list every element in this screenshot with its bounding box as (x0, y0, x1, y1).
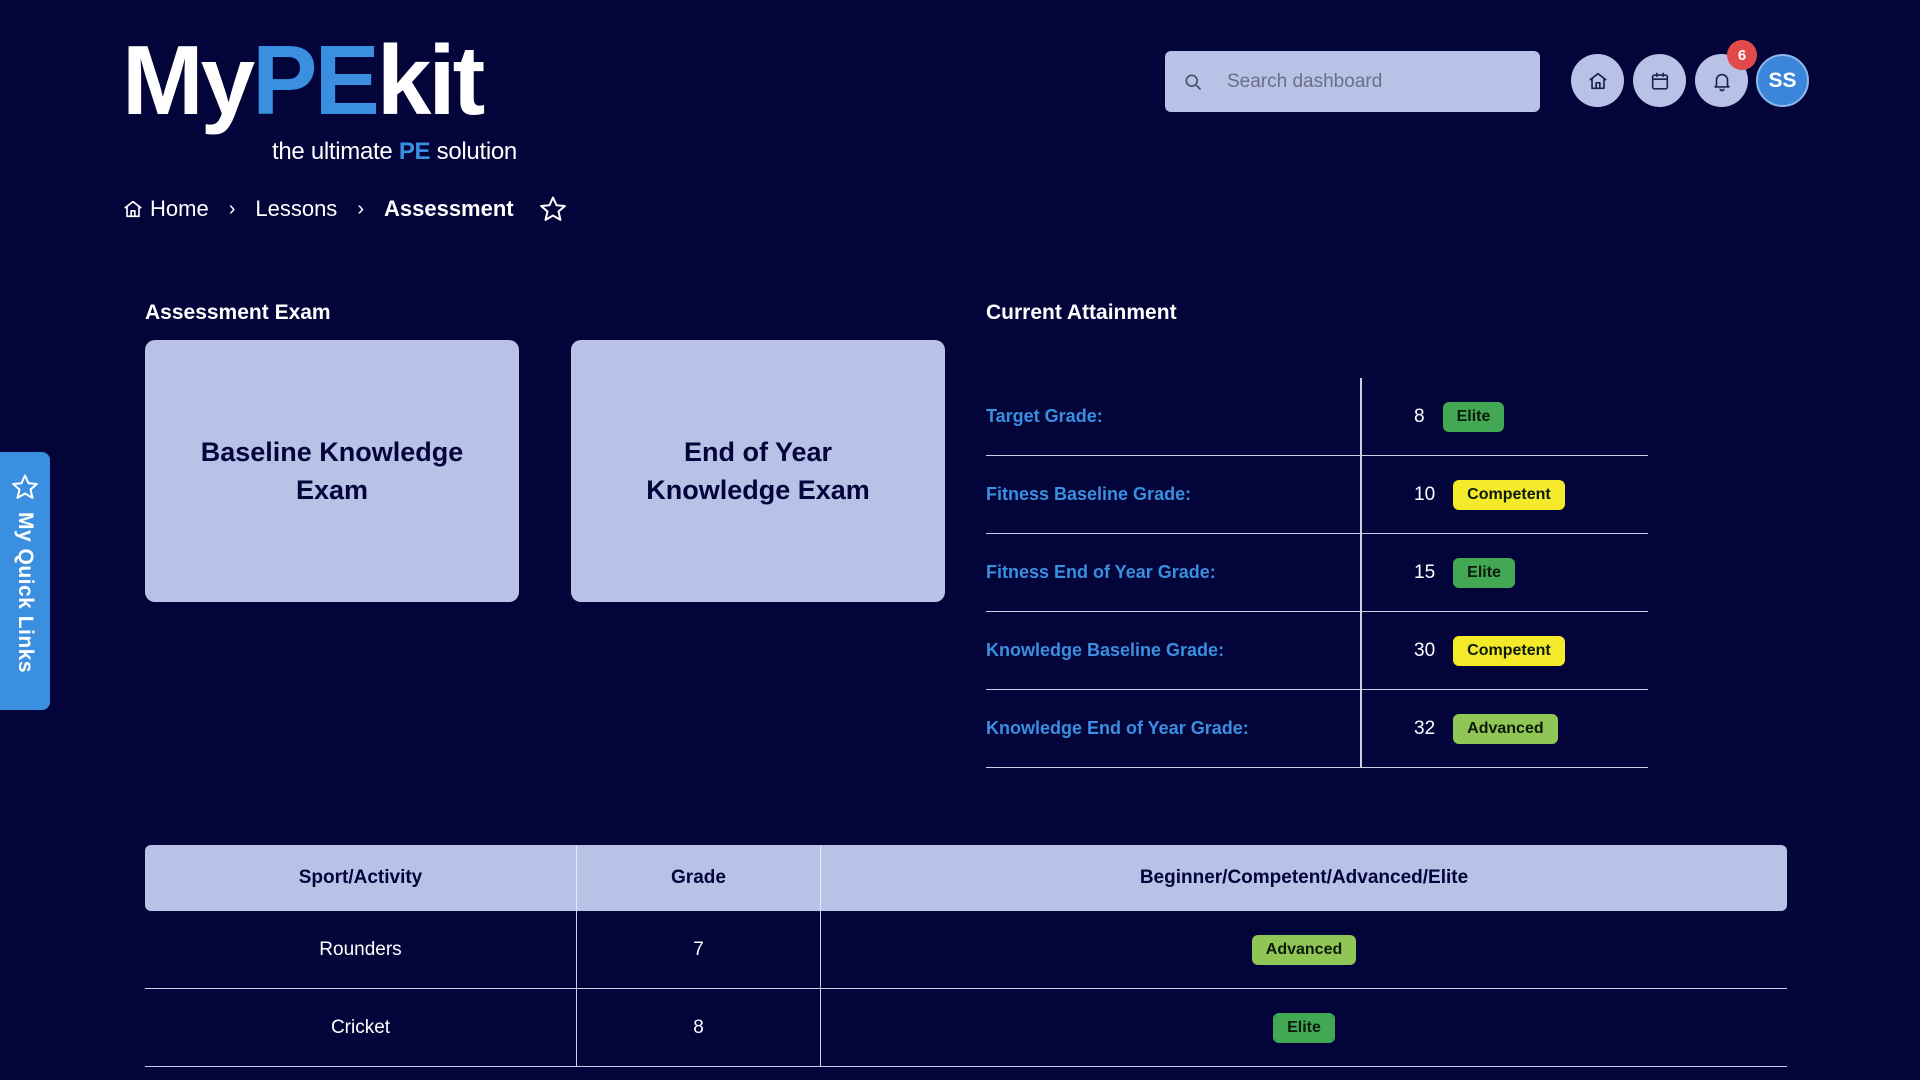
sport-cell: Cricket (145, 989, 577, 1066)
home-button[interactable] (1571, 54, 1624, 107)
column-divider (1360, 456, 1362, 533)
logo-tagline: the ultimate PE solution (272, 138, 517, 165)
quick-links-tab[interactable]: My Quick Links (0, 452, 50, 710)
column-header-grade[interactable]: Grade (577, 845, 821, 911)
column-divider (1360, 690, 1362, 767)
level-badge: Competent (1453, 479, 1565, 510)
assessment-exam-title: Assessment Exam (145, 301, 331, 324)
logo-wordmark: MyPEkit (122, 25, 485, 135)
attainment-value: 30 (1414, 639, 1436, 661)
mypekit-logo[interactable]: MyPEkit the ultimate PE solution (122, 25, 522, 165)
search-input[interactable] (1227, 70, 1517, 93)
attainment-row-fitness-end-of-year: Fitness End of Year Grade: 15 Elite (986, 534, 1648, 612)
bell-icon (1713, 73, 1730, 91)
breadcrumb-lessons[interactable]: Lessons (255, 196, 337, 222)
chevron-right-icon: › (228, 197, 236, 220)
grade-cell: 8 (577, 989, 821, 1066)
attainment-value: 15 (1414, 561, 1436, 583)
column-header-sport[interactable]: Sport/Activity (145, 845, 577, 911)
level-cell: Elite (821, 989, 1787, 1066)
level-badge: Elite (1442, 401, 1505, 432)
star-icon (12, 474, 38, 499)
breadcrumb-current: Assessment (383, 196, 514, 221)
user-avatar[interactable]: SS (1756, 54, 1809, 107)
home-icon (1588, 72, 1607, 89)
sport-activity-table: Sport/Activity Grade Beginner/Competent/… (145, 845, 1787, 1067)
calendar-icon (1651, 72, 1668, 90)
attainment-value: 8 (1414, 405, 1425, 427)
attainment-label: Fitness Baseline Grade: (986, 484, 1192, 504)
attainment-row-knowledge-baseline: Knowledge Baseline Grade: 30 Competent (986, 612, 1648, 690)
attainment-table: Target Grade: 8 Elite Fitness Baseline G… (986, 378, 1648, 768)
baseline-knowledge-exam-card[interactable]: Baseline Knowledge Exam (145, 340, 519, 602)
level-badge: Competent (1453, 635, 1565, 666)
level-badge: Elite (1453, 557, 1515, 588)
column-divider (1360, 612, 1362, 689)
notification-count-badge: 6 (1727, 40, 1757, 70)
attainment-label: Knowledge Baseline Grade: (986, 640, 1225, 660)
page: MyPEkit the ultimate PE solution 6 SS (0, 0, 1920, 1080)
attainment-label: Knowledge End of Year Grade: (986, 718, 1249, 738)
attainment-row-fitness-baseline: Fitness Baseline Grade: 10 Competent (986, 456, 1648, 534)
search-icon (1185, 74, 1202, 90)
column-divider (1360, 378, 1362, 455)
attainment-value: 10 (1414, 483, 1436, 505)
table-row[interactable]: Cricket 8 Elite (145, 989, 1787, 1067)
attainment-label: Fitness End of Year Grade: (986, 562, 1216, 582)
column-divider (1360, 534, 1362, 611)
level-badge: Advanced (1251, 934, 1357, 965)
chevron-right-icon: › (357, 197, 364, 220)
level-cell: Advanced (821, 911, 1787, 988)
column-header-level[interactable]: Beginner/Competent/Advanced/Elite (821, 845, 1787, 911)
calendar-button[interactable] (1633, 54, 1686, 107)
attainment-value: 32 (1414, 717, 1436, 739)
table-row[interactable]: Rounders 7 Advanced (145, 911, 1787, 989)
attainment-row-knowledge-end-of-year: Knowledge End of Year Grade: 32 Advanced (986, 690, 1648, 768)
breadcrumb-home[interactable]: Home (150, 196, 209, 222)
sport-cell: Rounders (145, 911, 577, 988)
level-badge: Advanced (1453, 713, 1558, 744)
home-icon (124, 200, 142, 218)
level-badge: Elite (1273, 1012, 1335, 1043)
breadcrumb: Home › Lessons › Assessment (122, 194, 568, 224)
table-header: Sport/Activity Grade Beginner/Competent/… (145, 845, 1787, 911)
quick-links-label: My Quick Links (14, 512, 37, 674)
attainment-row-target-grade: Target Grade: 8 Elite (986, 378, 1648, 456)
grade-cell: 7 (577, 911, 821, 988)
current-attainment-title: Current Attainment (986, 301, 1177, 324)
star-icon[interactable] (538, 194, 568, 224)
search-bar[interactable] (1165, 51, 1540, 112)
attainment-label: Target Grade: (986, 406, 1103, 426)
end-of-year-knowledge-exam-card[interactable]: End of Year Knowledge Exam (571, 340, 945, 602)
